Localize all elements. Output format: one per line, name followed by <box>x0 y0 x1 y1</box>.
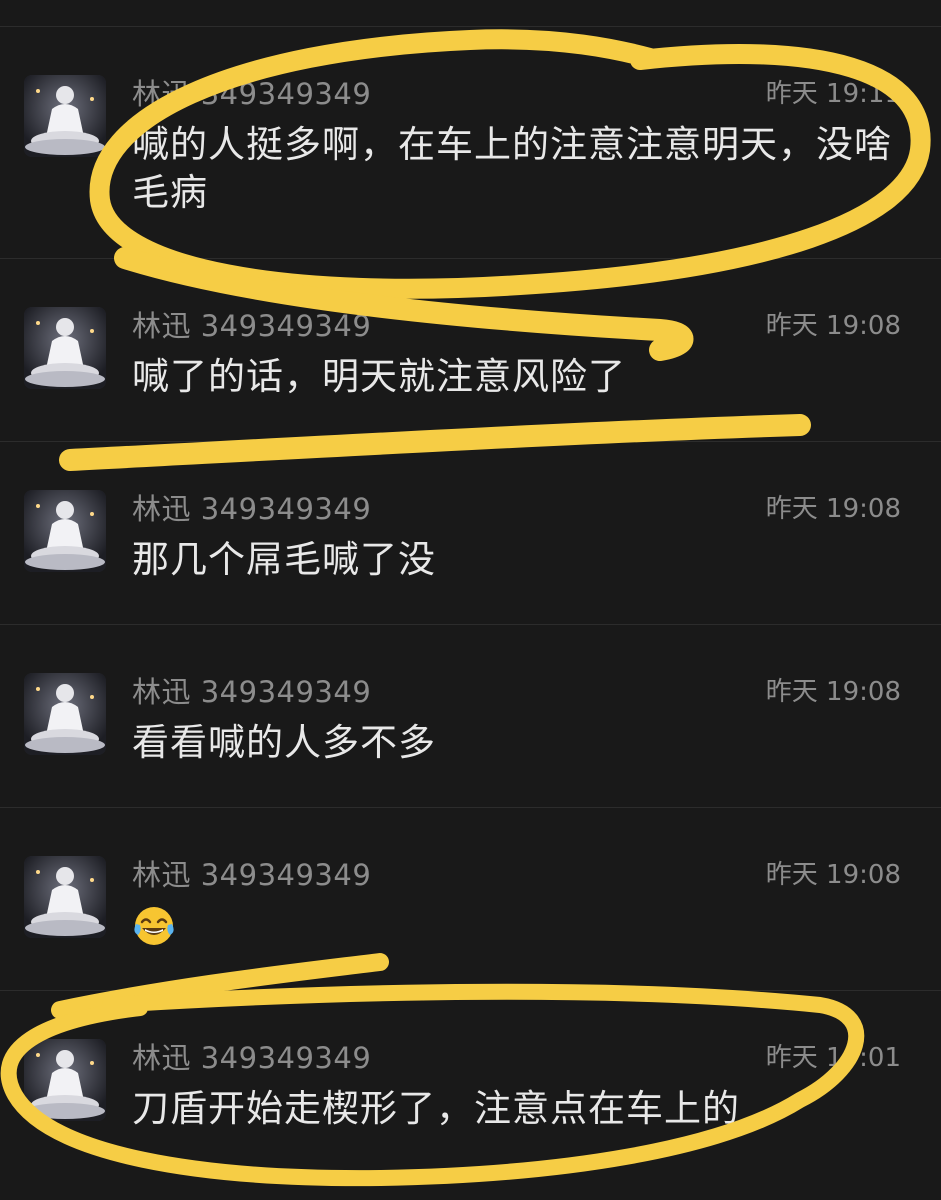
avatar[interactable] <box>24 75 106 157</box>
avatar[interactable] <box>24 673 106 755</box>
message-text: 喊了的话，明天就注意风险了 <box>132 355 626 398</box>
sender-name: 林迅 349349349 <box>132 309 372 343</box>
sender-name: 林迅 349349349 <box>132 77 372 111</box>
message-item[interactable]: 林迅 349349349 昨天 19:08 喊了的话，明天就注意风险了 <box>0 258 941 458</box>
message-item[interactable]: 林迅 349349349 昨天 19:08 那几个屌毛喊了没 <box>0 441 941 624</box>
message-text: 刀盾开始走楔形了，注意点在车上的 <box>132 1087 740 1130</box>
message-time: 昨天 19:08 <box>765 311 901 341</box>
message-list: 林迅 349349349 昨天 19:11 喊的人挺多啊，在车上的注意注意明天，… <box>0 0 941 1200</box>
message-text: 看看喊的人多不多 <box>132 721 436 764</box>
avatar[interactable] <box>24 307 106 389</box>
message-time: 昨天 19:11 <box>765 79 901 109</box>
avatar[interactable] <box>24 490 106 572</box>
message-text: 那几个屌毛喊了没 <box>132 538 436 581</box>
message-item[interactable]: 林迅 349349349 昨天 19:01 刀盾开始走楔形了，注意点在车上的 <box>0 990 941 1200</box>
message-time: 昨天 19:01 <box>765 1043 901 1073</box>
sender-name: 林迅 349349349 <box>132 1041 372 1075</box>
message-time: 昨天 19:08 <box>765 677 901 707</box>
avatar[interactable] <box>24 856 106 938</box>
message-item[interactable]: 林迅 349349349 昨天 19:11 喊的人挺多啊，在车上的注意注意明天，… <box>0 26 941 258</box>
message-time: 昨天 19:08 <box>765 494 901 524</box>
message-item[interactable]: 林迅 349349349 昨天 19:08 <box>0 807 941 990</box>
sender-name: 林迅 349349349 <box>132 675 372 709</box>
avatar[interactable] <box>24 1039 106 1121</box>
laughing-tears-emoji-icon <box>132 904 176 952</box>
message-item[interactable]: 林迅 349349349 昨天 19:08 看看喊的人多不多 <box>0 624 941 807</box>
message-text: 喊的人挺多啊，在车上的注意注意明天，没啥毛病 <box>132 123 892 214</box>
sender-name: 林迅 349349349 <box>132 858 372 892</box>
message-time: 昨天 19:08 <box>765 860 901 890</box>
sender-name: 林迅 349349349 <box>132 492 372 526</box>
